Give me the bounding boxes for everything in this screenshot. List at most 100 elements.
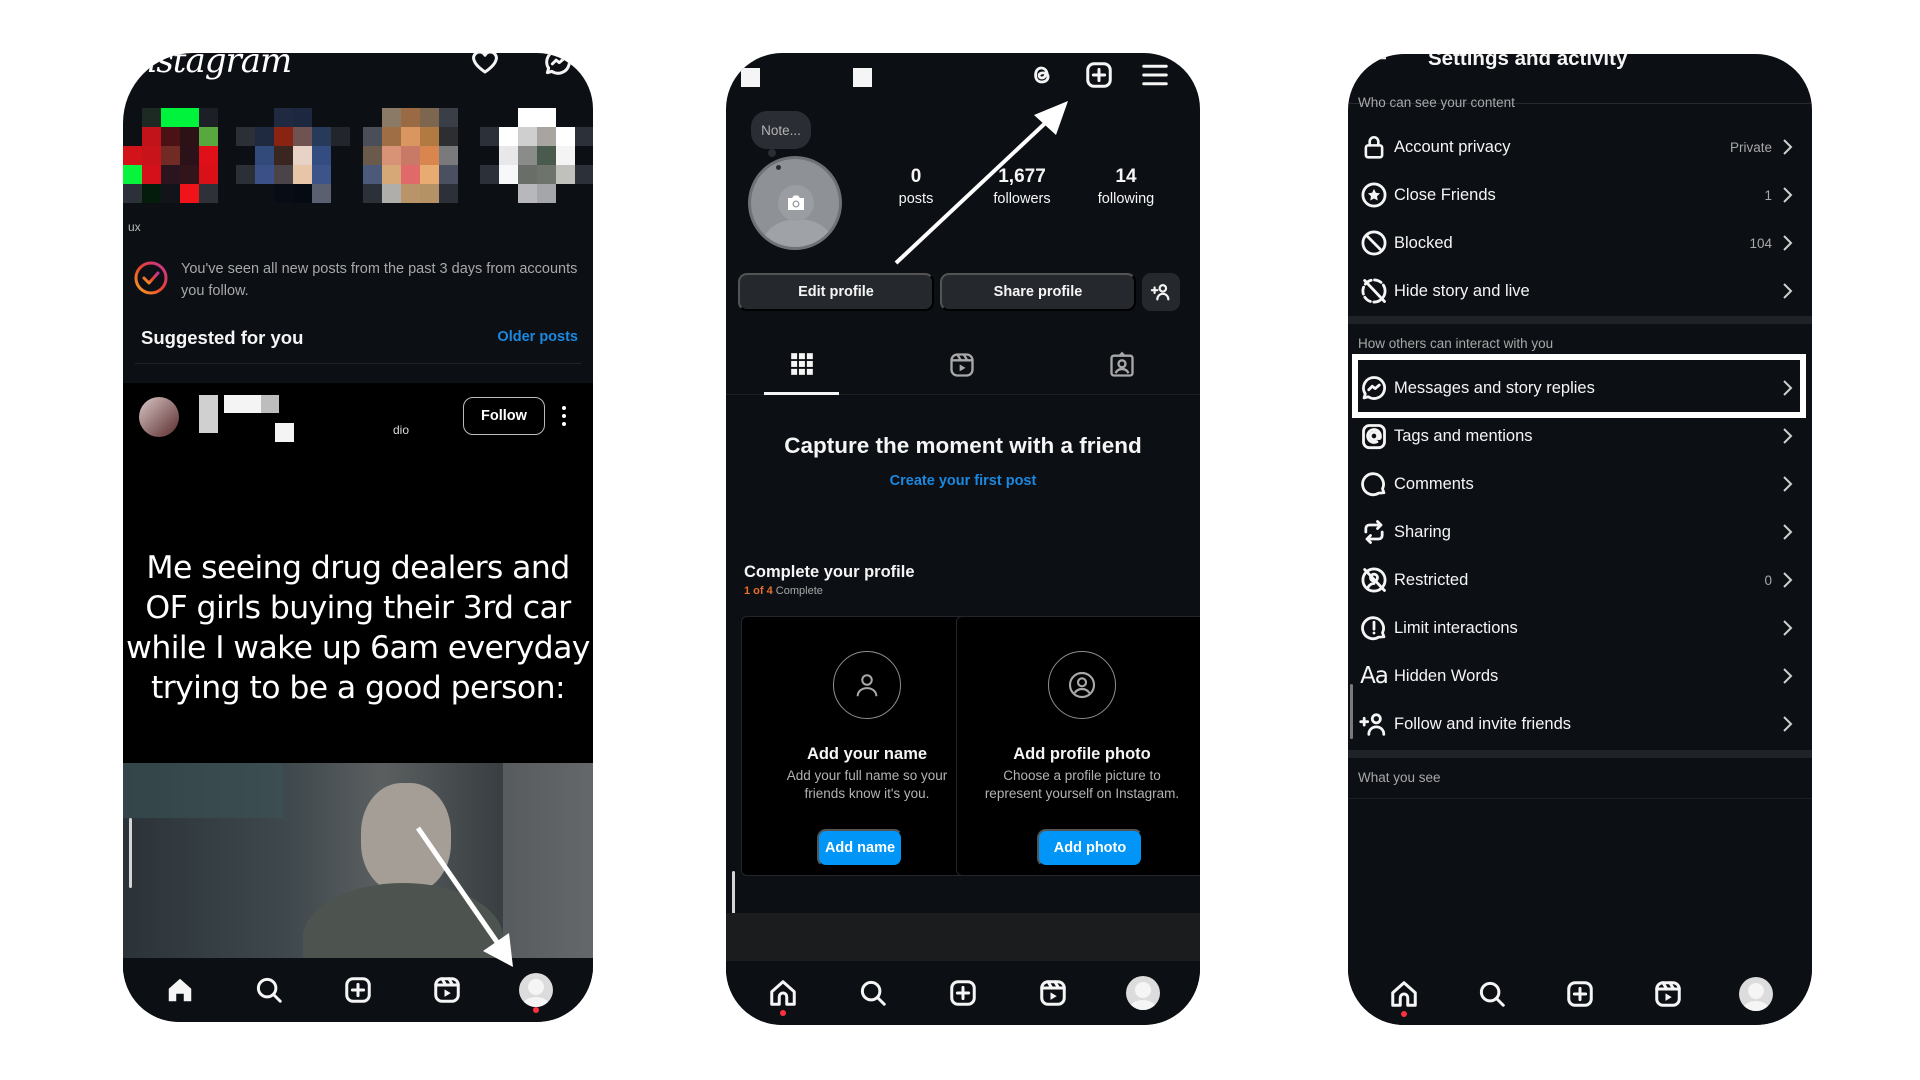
settings-item-label: Limit interactions [1394, 618, 1518, 637]
stat-posts[interactable]: 0 posts [866, 166, 966, 207]
section-header: Who can see your content [1358, 95, 1515, 110]
stat-followers[interactable]: 1,677 followers [972, 166, 1072, 207]
note-bubble-tail [768, 149, 776, 157]
settings-item-hidden-words[interactable]: Aa Hidden Words [1348, 652, 1812, 700]
chevron-right-icon [1782, 138, 1794, 156]
section-header: What you see [1358, 770, 1441, 785]
person-icon [833, 651, 901, 719]
settings-item-sharing[interactable]: Sharing [1348, 508, 1812, 556]
search-icon[interactable] [1472, 974, 1512, 1014]
heart-icon[interactable] [470, 53, 500, 77]
scrollbar[interactable] [129, 818, 132, 888]
profile-avatar[interactable] [1736, 974, 1776, 1014]
chevron-right-icon [1782, 619, 1794, 637]
menu-icon[interactable] [1140, 60, 1170, 90]
notification-dot [1401, 1011, 1407, 1017]
edit-profile-button[interactable]: Edit profile [738, 273, 934, 311]
settings-item-messages-story-replies[interactable]: Messages and story replies [1348, 364, 1812, 412]
messenger-icon[interactable] [543, 53, 573, 77]
create-first-post-link[interactable]: Create your first post [726, 473, 1200, 489]
settings-item-account-privacy[interactable]: Account privacy Private [1348, 123, 1812, 171]
settings-item-limit-interactions[interactable]: Limit interactions [1348, 604, 1812, 652]
limit-icon [1348, 614, 1396, 642]
note-bubble[interactable]: Note... [751, 111, 811, 149]
chevron-right-icon [1782, 571, 1794, 589]
search-icon[interactable] [853, 973, 893, 1013]
card-description: Choose a profile picture to represent you… [984, 768, 1180, 801]
more-options-icon[interactable] [559, 403, 569, 429]
tab-reels[interactable] [924, 335, 999, 395]
chevron-right-icon [1782, 667, 1794, 685]
home-filled-icon[interactable] [160, 970, 200, 1010]
settings-item-label: Blocked [1394, 233, 1453, 252]
settings-item-label: Account privacy [1394, 137, 1511, 156]
home-icon[interactable] [763, 973, 803, 1016]
stat-label: followers [993, 191, 1051, 207]
post-author-avatar[interactable] [139, 397, 179, 437]
settings-item-follow-invite[interactable]: Follow and invite friends [1348, 700, 1812, 748]
stat-value: 0 [910, 166, 922, 187]
story-username: ux [128, 220, 141, 234]
add-person-button[interactable] [1142, 273, 1180, 311]
older-posts-link[interactable]: Older posts [497, 329, 578, 345]
post-header: dio Follow [123, 383, 593, 453]
share-profile-button[interactable]: Share profile [940, 273, 1136, 311]
story-avatar[interactable] [123, 108, 218, 203]
hide-story-icon [1348, 277, 1396, 305]
tab-tagged[interactable] [1084, 335, 1159, 395]
chevron-right-icon [1782, 186, 1794, 204]
reels-icon[interactable] [1648, 974, 1688, 1014]
reels-icon [949, 353, 974, 377]
reels-icon[interactable] [1033, 973, 1073, 1013]
threads-icon[interactable] [1028, 61, 1056, 89]
comment-icon [1348, 470, 1396, 498]
post-video-frame[interactable] [123, 763, 593, 973]
section-divider [1348, 316, 1812, 324]
notification-dot [780, 1010, 786, 1016]
add-photo-button[interactable]: Add photo [1037, 829, 1143, 867]
settings-item-blocked[interactable]: Blocked 104 [1348, 219, 1812, 267]
all-caught-up-notice: You've seen all new posts from the past … [133, 258, 583, 302]
star-circle-icon [1348, 181, 1396, 209]
phone-settings-screen: Settings and activity Who can see your c… [1348, 54, 1812, 1025]
story-avatar[interactable] [236, 108, 350, 203]
phone-profile-screen: Note... 0 posts 1,677 followers 14 follo… [726, 53, 1200, 1025]
create-icon[interactable] [338, 970, 378, 1010]
settings-item-hide-story[interactable]: Hide story and live [1348, 267, 1812, 315]
profile-avatar[interactable] [516, 970, 556, 1013]
notification-dot [533, 1007, 540, 1013]
complete-profile-progress: 1 of 4 Complete [744, 585, 823, 597]
chevron-right-icon [1782, 379, 1794, 397]
create-icon[interactable] [1560, 974, 1600, 1014]
back-arrow-icon[interactable] [1360, 54, 1388, 74]
follow-button[interactable]: Follow [463, 397, 545, 435]
story-avatar[interactable] [363, 108, 458, 203]
card-description: Add your full name so your friends know i… [786, 768, 948, 801]
settings-item-tags-mentions[interactable]: Tags and mentions [1348, 412, 1812, 460]
add-name-button[interactable]: Add name [817, 829, 903, 867]
section-divider [1348, 750, 1812, 758]
create-icon[interactable] [943, 973, 983, 1013]
settings-item-label: Sharing [1394, 522, 1451, 541]
reels-icon[interactable] [427, 970, 467, 1010]
create-icon[interactable] [1084, 60, 1114, 90]
progress-count: 1 of 4 [744, 585, 773, 597]
tab-grid[interactable] [764, 335, 839, 395]
settings-item-close-friends[interactable]: Close Friends 1 [1348, 171, 1812, 219]
home-icon[interactable] [1384, 974, 1424, 1017]
username-redacted [853, 68, 872, 87]
stat-label: posts [898, 191, 934, 207]
settings-item-label: Restricted [1394, 570, 1469, 589]
settings-item-comments[interactable]: Comments [1348, 460, 1812, 508]
stat-value: 14 [1115, 166, 1137, 187]
settings-item-value: 0 [1764, 572, 1772, 588]
search-icon[interactable] [249, 970, 289, 1010]
stat-following[interactable]: 14 following [1076, 166, 1176, 207]
empty-state-title: Capture the moment with a friend [784, 433, 1142, 458]
settings-item-restricted[interactable]: Restricted 0 [1348, 556, 1812, 604]
profile-photo[interactable] [748, 156, 842, 250]
story-avatar[interactable] [480, 108, 593, 203]
profile-avatar[interactable] [1123, 973, 1163, 1013]
scrollbar[interactable] [1350, 684, 1353, 739]
note-bubble-tail [776, 165, 781, 170]
